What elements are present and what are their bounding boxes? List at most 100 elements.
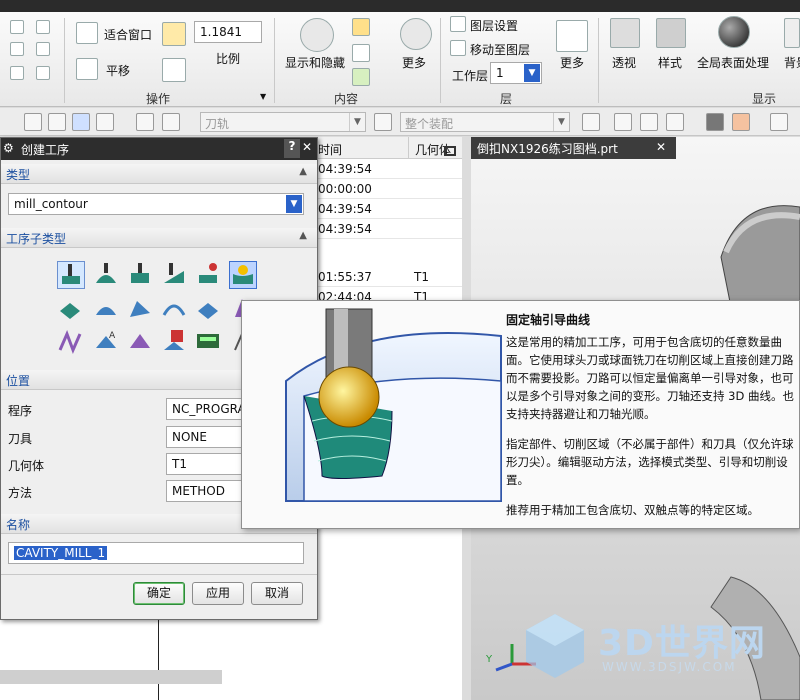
zlevel-icon[interactable] bbox=[93, 261, 121, 289]
flowcut-multiple-icon[interactable] bbox=[57, 328, 85, 356]
select-icon[interactable] bbox=[614, 113, 632, 131]
perspective-button[interactable]: 透视 bbox=[612, 54, 636, 71]
filter-icon[interactable] bbox=[352, 18, 370, 36]
snap-icon[interactable] bbox=[48, 113, 66, 131]
layer-settings-icon[interactable] bbox=[450, 16, 466, 32]
global-shading-icon[interactable] bbox=[718, 16, 750, 48]
guiding-curve-icon[interactable] bbox=[229, 261, 257, 289]
view-grid-icon[interactable] bbox=[36, 66, 50, 80]
group-label-content: 内容 bbox=[334, 92, 359, 106]
contour-surface-icon[interactable] bbox=[127, 295, 155, 323]
collapse-icon[interactable]: ▲ bbox=[299, 166, 307, 177]
perspective-icon[interactable] bbox=[610, 18, 640, 48]
layers-stack-icon[interactable] bbox=[556, 20, 588, 52]
background-icon[interactable] bbox=[784, 18, 800, 48]
horizontal-scrollbar[interactable] bbox=[0, 670, 222, 684]
tooltip-text: 面。它使用球头刀或球面铣刀在切削区域上直接创建刀路 bbox=[506, 353, 794, 367]
column-header-time[interactable]: 时间 bbox=[318, 141, 342, 158]
chevron-down-icon[interactable]: ▼ bbox=[260, 92, 266, 101]
select-icon[interactable] bbox=[666, 113, 684, 131]
more-button-2[interactable]: 更多 bbox=[560, 54, 584, 71]
close-icon[interactable]: ✕ bbox=[656, 140, 666, 154]
snap-icon[interactable] bbox=[24, 113, 42, 131]
pan-icon[interactable] bbox=[76, 58, 98, 80]
section-subtype[interactable]: 工序子类型 ▲ bbox=[1, 228, 317, 248]
type-select[interactable]: mill_contour ▼ bbox=[8, 193, 304, 215]
view-grid-icon[interactable] bbox=[10, 66, 24, 80]
shade-icon[interactable] bbox=[706, 113, 724, 131]
contour-steep-icon[interactable] bbox=[195, 295, 223, 323]
snap-icon[interactable] bbox=[96, 113, 114, 131]
more-icon[interactable] bbox=[400, 18, 432, 50]
geometry-label: 几何体 bbox=[8, 459, 45, 473]
style-icon[interactable] bbox=[656, 18, 686, 48]
pan-button[interactable]: 平移 bbox=[106, 62, 130, 79]
name-input[interactable]: CAVITY_MILL_1 bbox=[8, 542, 304, 564]
chevron-down-icon[interactable]: ▼ bbox=[349, 113, 365, 131]
tooltip-text: 而不需要投影。刀路可以恒定量偏离单一引导对象，也可 bbox=[506, 371, 794, 385]
show-hide-button[interactable]: 显示和隐藏 bbox=[285, 54, 345, 71]
collapse-icon[interactable]: ▲ bbox=[299, 230, 307, 241]
scale-input[interactable]: 1.1841 bbox=[194, 21, 262, 43]
move-to-layer-button[interactable]: 移动至图层 bbox=[470, 41, 530, 58]
flowcut-ref-tool-icon[interactable]: A bbox=[93, 328, 121, 356]
cube-logo-icon bbox=[526, 614, 584, 678]
tool-axis-combo[interactable]: 刀轨 ▼ bbox=[200, 112, 366, 132]
view-grid-icon[interactable] bbox=[10, 20, 24, 34]
contour-area-icon[interactable] bbox=[93, 295, 121, 323]
selection-filter-icon[interactable] bbox=[374, 113, 392, 131]
rest-mill-icon[interactable] bbox=[195, 261, 223, 289]
tooltip-text: 以是多个引导对象之间的变形。刀轴还支持 3D 曲线。也 bbox=[506, 389, 794, 403]
close-button[interactable]: ✕ bbox=[302, 140, 312, 154]
tooltip-title: 固定轴引导曲线 bbox=[506, 313, 591, 327]
view-grid-icon[interactable] bbox=[10, 42, 24, 56]
work-layer-select[interactable]: 1 ▼ bbox=[490, 62, 542, 84]
global-shading-button[interactable]: 全局表面处理 bbox=[697, 54, 769, 71]
layer-icon[interactable] bbox=[352, 44, 370, 62]
box-icon[interactable] bbox=[732, 113, 750, 131]
chevron-down-icon[interactable]: ▼ bbox=[286, 195, 302, 213]
section-type[interactable]: 类型 ▲ bbox=[1, 164, 317, 184]
streamline-icon[interactable] bbox=[161, 295, 189, 323]
filter-icon[interactable] bbox=[162, 113, 180, 131]
show-hide-icon[interactable] bbox=[300, 18, 334, 52]
chevron-down-icon[interactable]: ▼ bbox=[553, 113, 569, 131]
layer-settings-button[interactable]: 图层设置 bbox=[470, 17, 518, 34]
flowcut-smooth-icon[interactable] bbox=[127, 328, 155, 356]
style-button[interactable]: 样式 bbox=[658, 54, 682, 71]
svg-text:Y: Y bbox=[485, 654, 493, 665]
help-button[interactable]: ? bbox=[284, 139, 300, 158]
more-button[interactable]: 更多 bbox=[402, 54, 426, 71]
view-grid-icon[interactable] bbox=[36, 42, 50, 56]
rotate-icon[interactable] bbox=[162, 58, 186, 82]
selection-toolbar: 刀轨 ▼ 整个装配 ▼ bbox=[0, 108, 800, 136]
tooltip-text: 这是常用的精加工工序，可用于包含底切的任意数量曲 bbox=[506, 335, 782, 349]
dialog-titlebar[interactable]: ⚙ 创建工序 ? ✕ bbox=[1, 138, 317, 160]
layer-color-icon[interactable] bbox=[352, 68, 370, 86]
zoom-icon[interactable] bbox=[162, 22, 186, 46]
mcs-icon[interactable] bbox=[770, 113, 788, 131]
select-icon[interactable] bbox=[640, 113, 658, 131]
file-tab[interactable]: 倒扣NX1926练习图档.prt ✕ bbox=[471, 137, 676, 159]
fixed-contour-icon[interactable] bbox=[57, 295, 85, 323]
apply-button[interactable]: 应用 bbox=[192, 582, 244, 605]
view-grid-icon[interactable] bbox=[36, 20, 50, 34]
select-icon[interactable] bbox=[582, 113, 600, 131]
move-to-layer-icon[interactable] bbox=[450, 40, 466, 56]
profile-3d-icon[interactable] bbox=[195, 328, 223, 356]
viewport-close-box-icon[interactable] bbox=[444, 146, 456, 156]
ok-button[interactable]: 确定 bbox=[133, 582, 185, 605]
chevron-down-icon[interactable]: ▼ bbox=[524, 64, 540, 82]
filter-icon[interactable] bbox=[136, 113, 154, 131]
fit-window-icon[interactable] bbox=[76, 22, 98, 44]
cancel-button[interactable]: 取消 bbox=[251, 582, 303, 605]
corner-rough-icon[interactable] bbox=[161, 261, 189, 289]
assembly-combo[interactable]: 整个装配 ▼ bbox=[400, 112, 570, 132]
cavity-mill-icon[interactable] bbox=[57, 261, 85, 289]
zlevel-profile-icon[interactable] bbox=[127, 261, 155, 289]
fit-window-button[interactable]: 适合窗口 bbox=[104, 26, 152, 43]
snap-icon[interactable] bbox=[72, 113, 90, 131]
solid-profile-3d-icon[interactable] bbox=[161, 328, 189, 356]
background-button[interactable]: 背景 bbox=[784, 54, 800, 71]
tooltip-text: 置。 bbox=[506, 473, 529, 487]
